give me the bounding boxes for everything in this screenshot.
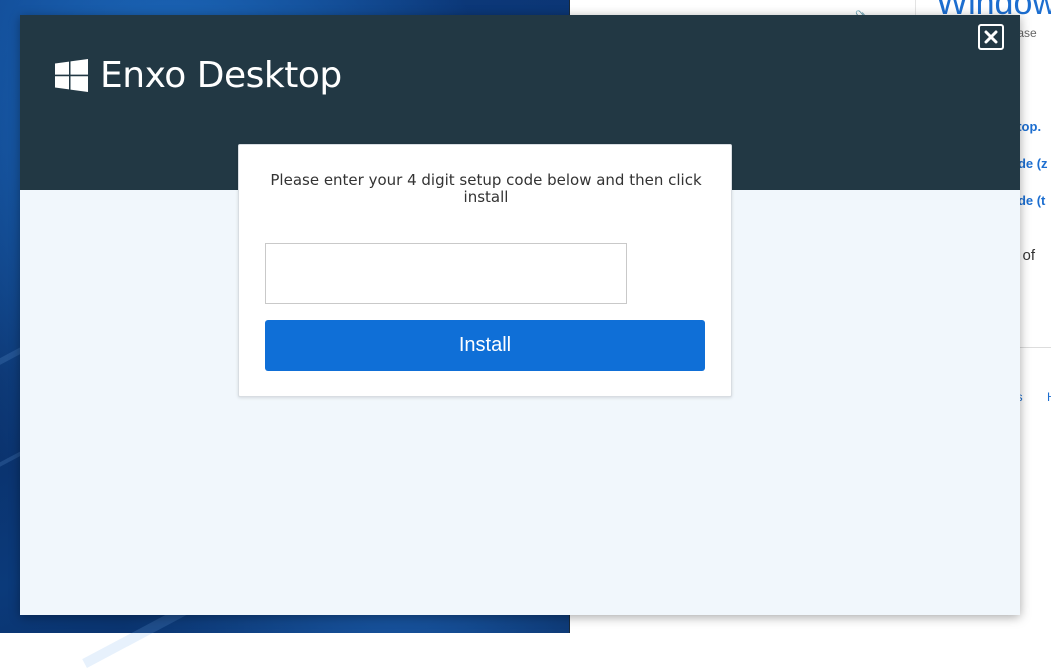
- windows-logo-icon: [55, 59, 88, 92]
- close-icon: [984, 30, 998, 44]
- installer-dialog: Enxo Desktop Please enter your 4 digit s…: [20, 15, 1020, 615]
- setup-code-card: Please enter your 4 digit setup code bel…: [238, 144, 732, 397]
- footer-link[interactable]: H: [1047, 390, 1051, 404]
- app-title: Enxo Desktop: [100, 55, 342, 96]
- close-button[interactable]: [978, 24, 1004, 50]
- setup-instructions: Please enter your 4 digit setup code bel…: [270, 171, 702, 206]
- setup-code-input[interactable]: [265, 243, 627, 304]
- install-button[interactable]: Install: [265, 320, 705, 371]
- brand: Enxo Desktop: [55, 55, 342, 96]
